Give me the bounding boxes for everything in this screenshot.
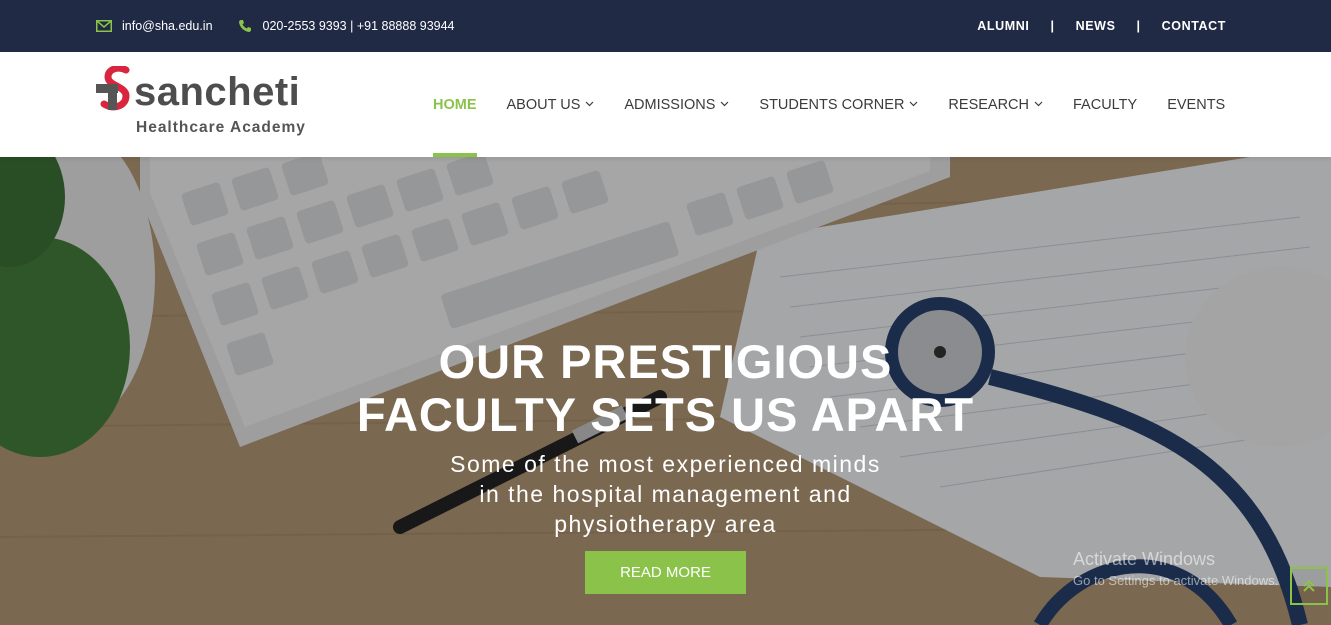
nav-home[interactable]: HOME (433, 52, 477, 157)
nav-about-us-label: ABOUT US (506, 96, 581, 113)
chevron-down-icon (720, 99, 729, 110)
nav-research[interactable]: RESEARCH (948, 52, 1043, 157)
phone-icon (237, 18, 253, 34)
chevron-down-icon (1034, 99, 1043, 110)
nav-events-label: EVENTS (1167, 96, 1226, 113)
nav-research-label: RESEARCH (948, 96, 1029, 113)
chevron-down-icon (909, 99, 918, 110)
nav-about-us[interactable]: ABOUT US (507, 52, 595, 157)
nav-faculty[interactable]: FACULTY (1073, 52, 1137, 157)
nav-home-label: HOME (433, 96, 477, 113)
nav-admissions-label: ADMISSIONS (624, 96, 716, 113)
contact-link[interactable]: CONTACT (1162, 19, 1226, 33)
nav-students-corner[interactable]: STUDENTS CORNER (759, 52, 918, 157)
news-link[interactable]: NEWS (1076, 19, 1116, 33)
watermark-line: Activate Windows (1073, 549, 1216, 569)
hero-title: OUR PRESTIGIOUS FACULTY SETS US APART (0, 335, 1331, 441)
scroll-to-top-button[interactable] (1290, 567, 1328, 605)
watermark-line: Go to Settings to activate Windows. (1073, 573, 1279, 588)
chevron-down-icon (585, 99, 594, 110)
main-nav: HOME ABOUT US ADMISSIONS STUDENTS CORNER… (433, 52, 1255, 157)
envelope-icon (96, 18, 112, 34)
site-logo[interactable]: sancheti Healthcare Academy (96, 66, 320, 142)
nav-faculty-label: FACULTY (1073, 96, 1138, 113)
link-separator: | (1136, 19, 1141, 33)
hero-subtitle-line: in the hospital management and (479, 481, 852, 507)
nav-students-corner-label: STUDENTS CORNER (759, 96, 905, 113)
site-header: sancheti Healthcare Academy HOME ABOUT U… (0, 52, 1331, 157)
top-bar: info@sha.edu.in 020-2553 9393 | +91 8888… (0, 0, 1331, 52)
nav-events[interactable]: EVENTS (1167, 52, 1225, 157)
nav-admissions[interactable]: ADMISSIONS (624, 52, 729, 157)
read-more-button[interactable]: READ MORE (585, 551, 746, 594)
hero-title-line: OUR PRESTIGIOUS (438, 335, 893, 388)
email-link[interactable]: info@sha.edu.in (122, 19, 213, 33)
logo-mark-icon (96, 66, 130, 111)
hero-subtitle: Some of the most experienced minds in th… (0, 449, 1331, 539)
hero-subtitle-line: Some of the most experienced minds (450, 451, 881, 477)
quick-links: ALUMNI | NEWS | CONTACT (977, 0, 1226, 52)
logo-wordmark: sancheti (134, 70, 301, 114)
contact-info: info@sha.edu.in 020-2553 9393 | +91 8888… (96, 0, 455, 52)
hero-title-line: FACULTY SETS US APART (356, 388, 975, 441)
link-separator: | (1050, 19, 1055, 33)
logo-tagline: Healthcare Academy (136, 119, 306, 136)
phone-numbers[interactable]: 020-2553 9393 | +91 88888 93944 (263, 19, 455, 33)
hero-subtitle-line: physiotherapy area (554, 511, 777, 537)
windows-activation-watermark: Activate Windows Go to Settings to activ… (1073, 549, 1278, 588)
double-chevron-up-icon (1303, 579, 1315, 592)
alumni-link[interactable]: ALUMNI (977, 19, 1029, 33)
